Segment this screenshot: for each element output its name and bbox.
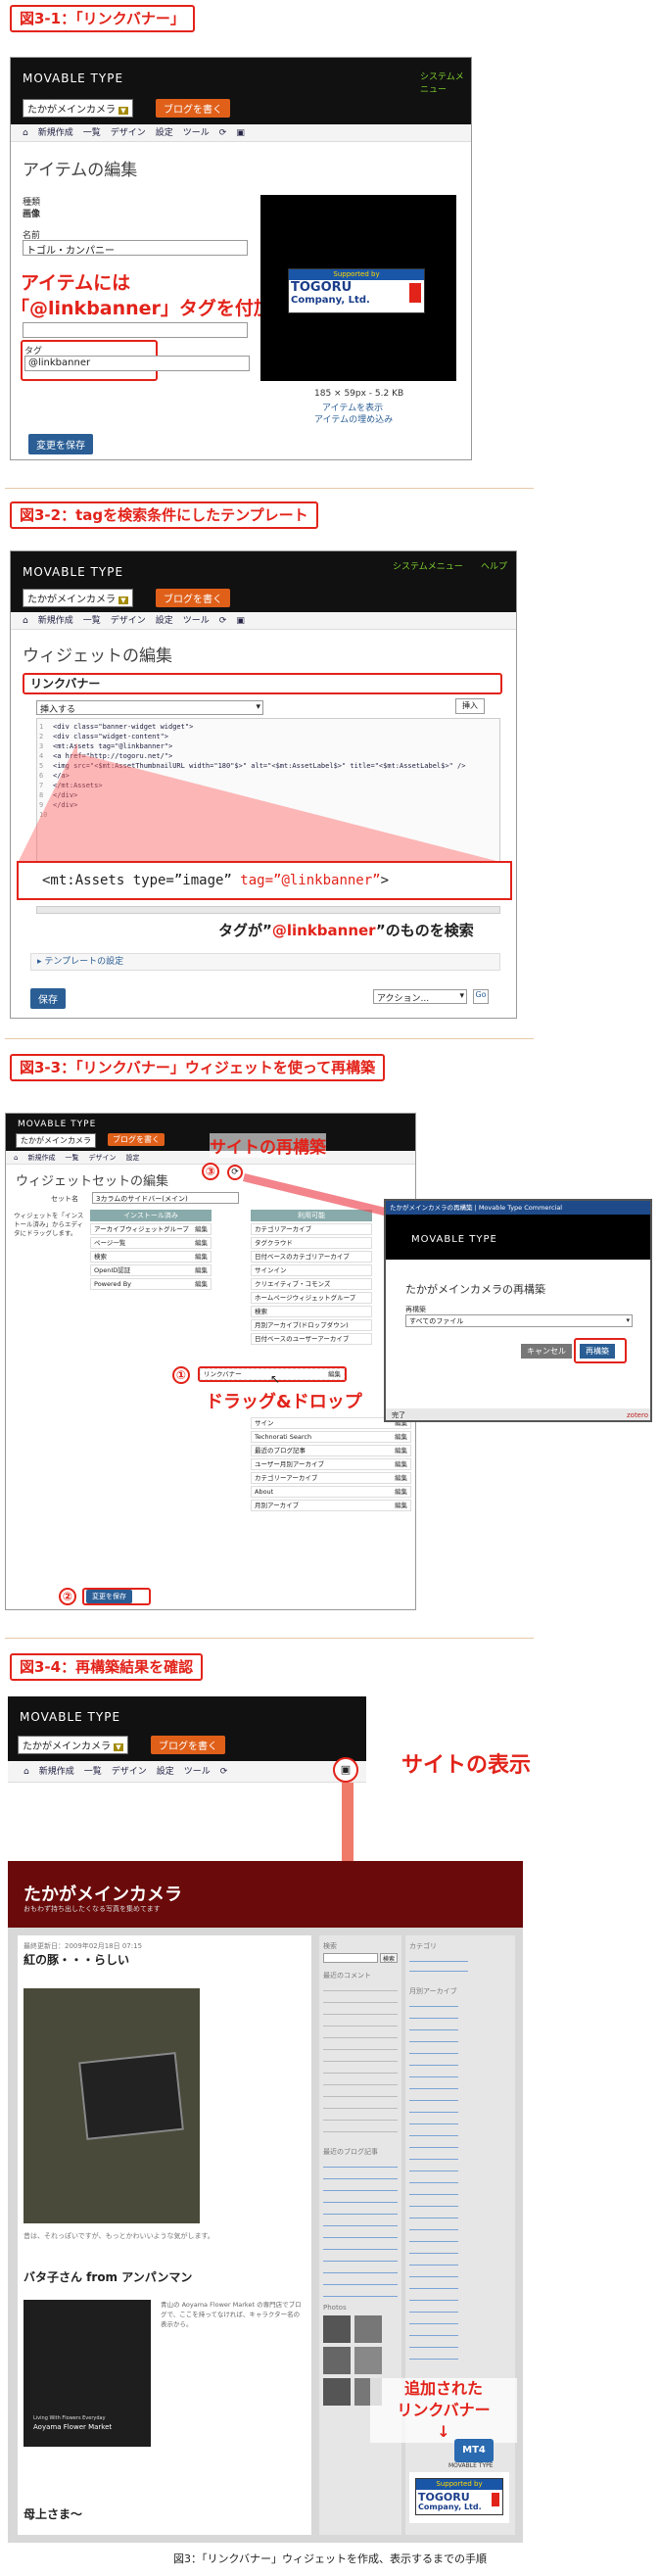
available-widget[interactable]: About 編集: [251, 1486, 411, 1498]
view-site-label: サイトの表示: [401, 1753, 532, 1778]
rebuild-type-label: 再構築: [405, 1306, 426, 1313]
photo-thumb[interactable]: [323, 2315, 351, 2343]
mt4-badge[interactable]: MT4: [454, 2439, 494, 2462]
pig-sign-image: [78, 2051, 184, 2141]
popup-logo: MOVABLE TYPE: [386, 1215, 650, 1260]
linkbanner-widget[interactable]: Supported by TOGORU Company, Ltd.: [415, 2478, 503, 2515]
search-heading: 検索: [323, 1942, 337, 1950]
post-photo-1: [24, 1988, 200, 2223]
blog-header: たかがメインカメラ おもわず持ち出したくなる写真を集めてます: [8, 1861, 523, 1928]
blog-selector[interactable]: たかがメインカメラ ▼: [18, 1736, 128, 1754]
nav-icon-home: ⌂: [24, 1767, 29, 1777]
post-title-3[interactable]: 母上さま〜: [24, 2505, 82, 2522]
search-button[interactable]: 検索: [380, 1953, 398, 1963]
rebuild-popup-window: たかがメインカメラの再構築 | Movable Type Commercial …: [384, 1199, 652, 1422]
post-body-1: 昔は、それっぽいですが、もっとかわいいような気がします。: [24, 2232, 214, 2240]
step-4-title: 図3-4：再構築結果を確認: [10, 1653, 204, 1681]
popup-titlebar: たかがメインカメラの再構築 | Movable Type Commercial: [386, 1201, 650, 1215]
monthly-archive-heading: 月別アーカイブ: [409, 1987, 457, 1995]
main-column: 最終更新日：2009年02月18日 07:15 紅の豚・・・らしい 昔は、それっ…: [18, 1935, 311, 2535]
photos-heading: Photos: [323, 2304, 347, 2312]
chevron-down-icon: ▾: [626, 1316, 630, 1324]
save-changes-button[interactable]: 変更を保存: [86, 1590, 132, 1603]
popup-heading: たかがメインカメラの再構築: [405, 1283, 545, 1296]
separator: [5, 1638, 534, 1639]
photo-thumb[interactable]: [354, 2315, 382, 2343]
blog-title[interactable]: たかがメインカメラ: [24, 1881, 182, 1906]
status-bar: 完了 zotero: [386, 1408, 650, 1420]
recent-comments-heading: 最近のコメント: [323, 1972, 371, 1980]
mt-header-small: MOVABLE TYPE たかがメインカメラ ▼ ブログを書く ⌂ 新規作成 一覧デ…: [8, 1696, 366, 1785]
step-marker-2: ②: [59, 1588, 76, 1605]
post-title-1[interactable]: 紅の豚・・・らしい: [24, 1951, 129, 1968]
blog-subtitle: おもわず持ち出したくなる写真を集めてます: [24, 1905, 161, 1913]
popup-rebuild-button[interactable]: 再構築: [580, 1344, 615, 1359]
search-input[interactable]: [323, 1953, 378, 1963]
added-banner-label: 追加された リンクバナー ↓: [370, 2378, 517, 2443]
photo-thumb[interactable]: [354, 2347, 382, 2374]
post-photo-2: Living With Flowers Everyday Aoyama Flow…: [24, 2300, 151, 2447]
refresh-icon: ⟳: [219, 1767, 228, 1777]
post-title-2[interactable]: バタ子さん from アンパンマン: [24, 2268, 192, 2285]
figure-caption: 図3：「リンクバナー」ウィジェットを作成、表示するまでの手順: [173, 2552, 487, 2565]
photo-thumb[interactable]: [323, 2378, 351, 2406]
powered-by-mt: MOVABLE TYPE: [448, 2462, 494, 2469]
view-site-icon[interactable]: ▣: [333, 1757, 358, 1783]
popup-cancel-button[interactable]: キャンセル: [521, 1344, 572, 1359]
dropdown-icon: ▼: [114, 1743, 123, 1751]
recent-posts-heading: 最近のブログ記事: [323, 2148, 378, 2156]
available-widget[interactable]: 月別アーカイブ 編集: [251, 1500, 411, 1511]
categories-list: [409, 1955, 468, 1980]
nav-bar: ⌂ 新規作成 一覧 デザイン 設定 ツール ⟳: [8, 1761, 366, 1783]
sidebar-middle: 検索 検索 最近のコメント 最近のブログ記事 Photos: [319, 1935, 401, 2535]
monthly-archive-list: [409, 2000, 458, 2362]
available-widget[interactable]: カテゴリーアーカイブ 編集: [251, 1472, 411, 1484]
rebuild-type-select[interactable]: すべてのファイル ▾: [405, 1314, 633, 1327]
available-widget[interactable]: ユーザー月別アーカイブ 編集: [251, 1458, 411, 1470]
blog-screenshot: たかがメインカメラ おもわず持ち出したくなる写真を集めてます 最終更新日：200…: [8, 1861, 523, 2543]
post-body-2: 青山の Aoyama Flower Market の専門店でブログで、ここを持っ…: [161, 2301, 302, 2328]
categories-heading: カテゴリ: [409, 1942, 437, 1950]
recent-comments-list: [323, 1984, 398, 2141]
post-date: 最終更新日：2009年02月18日 07:15: [24, 1942, 143, 1950]
recent-posts-list: [323, 2161, 398, 2298]
write-blog-button[interactable]: ブログを書く: [151, 1736, 225, 1754]
photo-thumb[interactable]: [323, 2347, 351, 2374]
mt-logo: MOVABLE TYPE: [20, 1710, 121, 1724]
down-arrow-icon: ↓: [437, 2422, 450, 2441]
